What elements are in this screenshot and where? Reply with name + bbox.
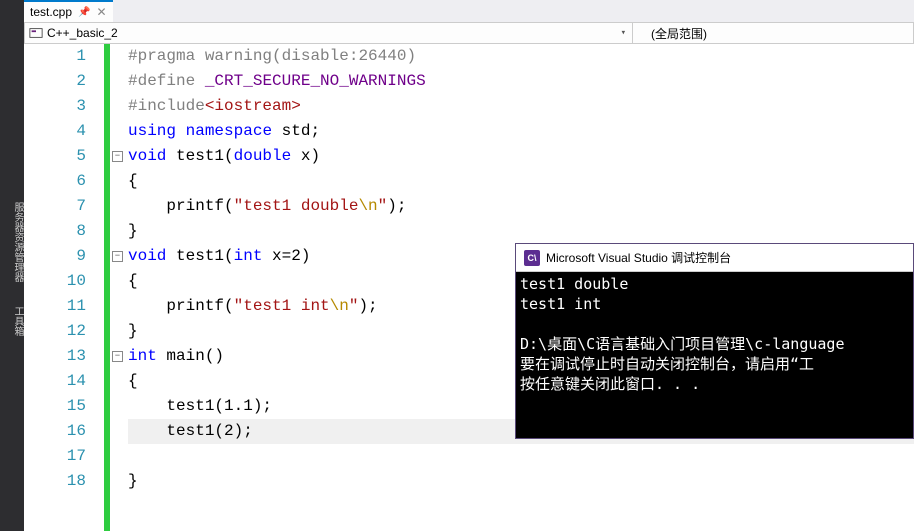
- console-titlebar[interactable]: C\ Microsoft Visual Studio 调试控制台: [516, 244, 913, 272]
- console-output: test1 double test1 int D:\桌面\C语言基础入门项目管理…: [516, 272, 913, 438]
- close-icon[interactable]: ✕: [96, 5, 106, 19]
- debug-console-window[interactable]: C\ Microsoft Visual Studio 调试控制台 test1 d…: [515, 243, 914, 439]
- scope-dropdown[interactable]: (全局范围): [633, 23, 913, 43]
- navigation-bar: C++_basic_2 ▾ (全局范围): [24, 22, 914, 44]
- project-icon: [29, 26, 43, 40]
- fold-toggle[interactable]: −: [112, 151, 123, 162]
- scope-label: (全局范围): [651, 25, 707, 42]
- fold-toggle[interactable]: −: [112, 251, 123, 262]
- project-scope-dropdown[interactable]: C++_basic_2 ▾: [25, 23, 633, 43]
- chevron-down-icon: ▾: [615, 28, 632, 38]
- project-name: C++_basic_2: [47, 26, 118, 40]
- sidebar-label: 服务器资源管理器: [11, 202, 22, 282]
- vs-icon: C\: [524, 250, 540, 266]
- tab-filename: test.cpp: [30, 5, 72, 19]
- fold-toggle[interactable]: −: [112, 351, 123, 362]
- file-tab[interactable]: test.cpp 📌 ✕: [24, 0, 113, 22]
- line-number-gutter: 123456789101112131415161718: [24, 44, 104, 531]
- sidebar-label: 工具箱: [11, 307, 22, 337]
- pin-icon[interactable]: 📌: [78, 7, 90, 18]
- side-toolbar[interactable]: 服务器资源管理器 工具箱: [0, 0, 24, 531]
- tab-bar: test.cpp 📌 ✕: [24, 0, 914, 22]
- console-title-text: Microsoft Visual Studio 调试控制台: [546, 249, 731, 266]
- fold-column: − − −: [110, 44, 128, 531]
